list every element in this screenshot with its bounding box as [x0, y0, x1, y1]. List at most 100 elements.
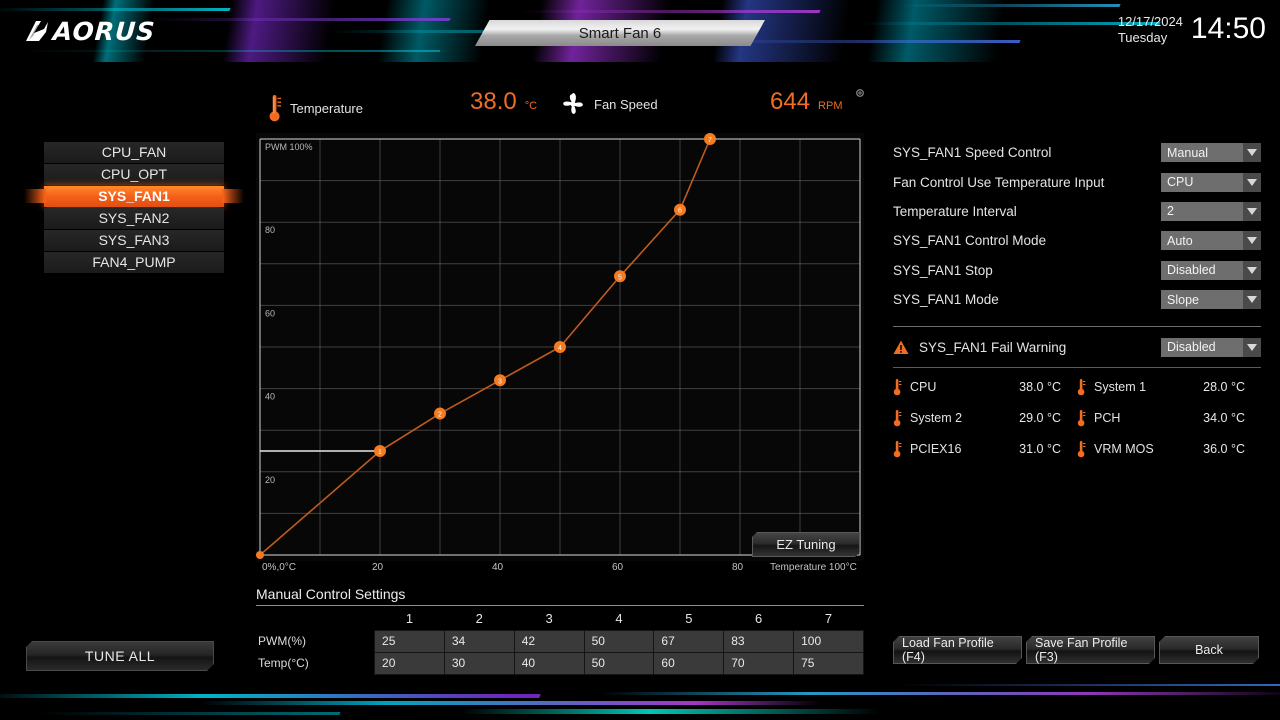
dropdown-value: CPU: [1167, 175, 1194, 190]
chart-x-tick-labels: 0%,0°C 20 40 60 80 Temperature 100°C: [256, 562, 876, 578]
x-tick-label: 20: [372, 562, 384, 573]
dropdown-temp-input[interactable]: CPU: [1161, 172, 1261, 192]
fan-list-item[interactable]: FAN4_PUMP: [44, 252, 224, 273]
setting-label: SYS_FAN1 Stop: [893, 262, 993, 278]
chevron-down-icon[interactable]: [1243, 143, 1261, 163]
svg-text:80: 80: [265, 225, 275, 235]
setting-label: SYS_FAN1 Mode: [893, 292, 999, 308]
chevron-down-icon[interactable]: [1243, 201, 1261, 221]
column-header: 2: [475, 611, 483, 627]
fan-list-item[interactable]: CPU_OPT: [44, 164, 224, 185]
temp-value: 29.0 °C: [1019, 411, 1061, 426]
chevron-down-icon[interactable]: [1243, 337, 1261, 357]
curve-point[interactable]: 5: [614, 270, 626, 283]
warning-triangle-icon: [893, 340, 909, 354]
svg-text:20: 20: [265, 475, 275, 485]
temp-name: System 2: [910, 411, 963, 426]
curve-point[interactable]: 2: [434, 407, 446, 420]
dropdown-fan-mode[interactable]: Slope: [1161, 290, 1261, 310]
chevron-down-icon[interactable]: [1243, 290, 1261, 310]
temp-cell-3[interactable]: 40: [513, 651, 585, 675]
fail-warning-label: SYS_FAN1 Fail Warning: [919, 339, 1067, 355]
pwm-cell-1[interactable]: 25: [374, 629, 445, 653]
x-tick-label: 60: [612, 562, 624, 573]
footer-button-group: Load Fan Profile (F4) Save Fan Profile (…: [893, 636, 1259, 664]
logo-text: AORUS: [51, 16, 157, 46]
curve-point[interactable]: 4: [554, 341, 566, 353]
svg-text:5: 5: [618, 274, 622, 281]
save-fan-profile-button[interactable]: Save Fan Profile (F3): [1026, 636, 1155, 664]
fanspeed-label: Fan Speed: [594, 96, 658, 112]
thermometer-icon: [893, 441, 902, 458]
fan-selector-list: CPU_FAN CPU_OPT SYS_FAN1 SYS_FAN2 SYS_FA…: [24, 142, 244, 274]
thermometer-icon: [1077, 410, 1086, 427]
load-fan-profile-label: Load Fan Profile (F4): [902, 636, 994, 664]
pwm-cell-6[interactable]: 83: [723, 629, 795, 653]
curve-point[interactable]: [256, 551, 264, 559]
fanspeed-readout: Fan Speed: [560, 91, 658, 117]
fan-list-item[interactable]: SYS_FAN3: [44, 230, 224, 251]
curve-point[interactable]: 1: [374, 445, 386, 457]
pwm-cell-2[interactable]: 34: [443, 629, 515, 653]
dropdown-value: Disabled: [1167, 340, 1216, 355]
fan-icon: [563, 93, 583, 114]
x-tick-label: 80: [732, 562, 744, 573]
temp-reading-vrm-mos: VRM MOS 36.0 °C: [1077, 440, 1261, 458]
fan-list-item[interactable]: SYS_FAN2: [44, 208, 224, 229]
table-row-temp: Temp(°C) 20 30 40 50 60 70 75: [256, 651, 864, 675]
load-fan-profile-button[interactable]: Load Fan Profile (F4): [893, 636, 1022, 664]
row-label-temp: Temp(°C): [258, 656, 309, 670]
pwm-cell-3[interactable]: 42: [513, 629, 585, 653]
curve-point[interactable]: 7: [704, 133, 716, 145]
chevron-down-icon[interactable]: [1243, 231, 1261, 251]
header-datetime: 12/17/2024 Tuesday 14:50: [1118, 12, 1266, 46]
settings-gear-icon[interactable]: [855, 88, 865, 98]
pwm-cell-7[interactable]: 100: [793, 629, 864, 653]
svg-text:1: 1: [378, 449, 382, 456]
setting-label: Temperature Interval: [893, 203, 1017, 219]
thermometer-icon: [893, 410, 902, 427]
settings-panel: SYS_FAN1 Speed Control Manual Fan Contro…: [893, 138, 1261, 458]
temp-cell-4[interactable]: 50: [583, 651, 655, 675]
dropdown-value: Slope: [1167, 292, 1199, 307]
chevron-down-icon[interactable]: [1243, 260, 1261, 280]
x-tick-label: 0%,0°C: [262, 562, 297, 573]
temp-cell-7[interactable]: 75: [793, 651, 864, 675]
manual-control-title: Manual Control Settings: [256, 586, 406, 602]
fan-curve-chart[interactable]: 20 40 60 80 PWM 100% 1 2 3 4 5 6 7 EZ Tuning: [256, 133, 864, 561]
tune-all-button[interactable]: TUNE ALL: [26, 641, 214, 671]
temp-cell-6[interactable]: 70: [723, 651, 795, 675]
dropdown-control-mode[interactable]: Auto: [1161, 231, 1261, 251]
temp-name: VRM MOS: [1094, 442, 1154, 457]
curve-point[interactable]: 3: [494, 374, 506, 387]
dropdown-value: 2: [1167, 204, 1174, 219]
temp-cell-1[interactable]: 20: [374, 651, 445, 675]
thermometer-icon: [269, 95, 282, 122]
ez-tuning-button[interactable]: EZ Tuning: [752, 532, 860, 557]
dropdown-temp-interval[interactable]: 2: [1161, 201, 1261, 221]
pwm-cell-4[interactable]: 50: [583, 629, 655, 653]
curve-point[interactable]: 6: [674, 203, 686, 216]
temp-name: PCIEX16: [910, 442, 962, 457]
thermometer-icon: [893, 379, 902, 396]
dropdown-fail-warning[interactable]: Disabled: [1161, 337, 1261, 357]
fan-list-item-selected[interactable]: SYS_FAN1: [24, 186, 244, 207]
svg-text:60: 60: [265, 308, 275, 318]
temp-cell-5[interactable]: 60: [653, 651, 725, 675]
fan-curve-svg[interactable]: 20 40 60 80 PWM 100% 1 2 3 4 5 6 7: [256, 133, 864, 561]
pwm-cell-5[interactable]: 67: [653, 629, 725, 653]
chevron-down-icon[interactable]: [1243, 172, 1261, 192]
fanspeed-unit: RPM: [818, 100, 843, 112]
dropdown-speed-control[interactable]: Manual: [1161, 143, 1261, 163]
setting-label: SYS_FAN1 Control Mode: [893, 233, 1047, 249]
aorus-logo: AORUS: [24, 16, 157, 46]
temp-cell-2[interactable]: 30: [443, 651, 515, 675]
temp-name: PCH: [1094, 411, 1121, 426]
dropdown-fan-stop[interactable]: Disabled: [1161, 260, 1261, 280]
x-tick-label: Temperature 100°C: [770, 562, 857, 573]
fan-list-item[interactable]: CPU_FAN: [44, 142, 224, 163]
svg-text:2: 2: [438, 412, 442, 419]
tune-all-label: TUNE ALL: [84, 648, 156, 664]
dropdown-value: Auto: [1167, 233, 1193, 248]
back-button[interactable]: Back: [1159, 636, 1259, 664]
